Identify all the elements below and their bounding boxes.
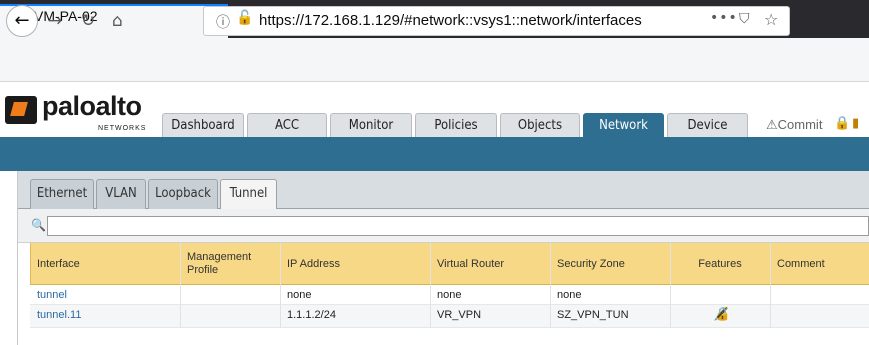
column-divider (30, 243, 31, 285)
nav-tab-policies[interactable]: Policies (415, 113, 497, 138)
security-zone-cell: SZ_VPN_TUN (557, 309, 629, 321)
nav-tab-dashboard[interactable]: Dashboard (162, 113, 244, 138)
column-divider (180, 243, 181, 329)
col-header-features[interactable]: Features (670, 243, 770, 285)
virtual-router-cell: none (437, 289, 462, 301)
comment-cell (770, 305, 869, 325)
config-lock-icon[interactable]: 🔒 (834, 116, 850, 131)
search-icon[interactable]: 🔍 (31, 218, 46, 232)
ip-address-cell: 1.1.1.2/24 (287, 309, 336, 321)
management-profile-cell (180, 305, 280, 325)
nav-underbar (0, 137, 869, 171)
save-icon[interactable]: ▮ (852, 116, 859, 131)
management-profile-cell (180, 285, 280, 305)
column-divider (280, 243, 281, 329)
insecure-lock-icon[interactable]: 🔓 (236, 10, 253, 26)
feature-lock-icon[interactable]: 🔏 (713, 307, 729, 322)
nav-tab-objects[interactable]: Objects (500, 113, 580, 138)
sub-tab-loopback[interactable]: Loopback (148, 179, 218, 209)
security-zone-cell: none (557, 289, 582, 301)
sub-tab-ethernet[interactable]: Ethernet (30, 179, 94, 209)
info-icon[interactable]: ⓘ (216, 12, 230, 32)
logo-subtext: NETWORKS (98, 125, 147, 132)
comment-cell (770, 285, 869, 305)
column-divider (670, 243, 671, 329)
commit-icon: ⚠ (766, 117, 778, 132)
sub-tab-vlan[interactable]: VLAN (96, 179, 146, 209)
column-divider (550, 243, 551, 329)
col-header-virtual-router[interactable]: Virtual Router (430, 243, 550, 285)
column-divider (770, 243, 771, 329)
browser-navbar (0, 38, 869, 82)
ip-address-cell: none (287, 289, 312, 301)
interface-link[interactable]: tunnel (30, 285, 180, 305)
nav-tab-acc[interactable]: ACC (247, 113, 327, 138)
nav-tab-device[interactable]: Device (667, 113, 748, 138)
commit-label: Commit (777, 117, 823, 132)
sub-tab-tunnel[interactable]: Tunnel (220, 179, 277, 210)
virtual-router-cell: VR_VPN (437, 309, 482, 321)
interface-link[interactable]: tunnel.11 (30, 305, 180, 325)
col-header-security-zone[interactable]: Security Zone (550, 243, 670, 285)
logo-text: paloalto (42, 91, 142, 121)
col-header-management-profile[interactable]: Management Profile (180, 243, 280, 285)
back-icon[interactable]: ← (6, 5, 38, 37)
col-header-interface[interactable]: Interface (30, 243, 180, 285)
page-actions-menu-icon[interactable]: ••• (710, 10, 738, 26)
home-icon[interactable]: ⌂ (112, 11, 123, 31)
column-divider (430, 243, 431, 329)
commit-link[interactable]: ⚠Commit (766, 117, 822, 133)
col-header-comment[interactable]: Comment (770, 243, 869, 285)
paloalto-logo-icon (5, 96, 37, 124)
filter-input[interactable] (47, 216, 869, 236)
col-header-ip-address[interactable]: IP Address (280, 243, 430, 285)
reload-icon[interactable]: ↻ (81, 11, 95, 31)
nav-tab-monitor[interactable]: Monitor (330, 113, 412, 138)
nav-tab-network[interactable]: Network (583, 113, 664, 138)
pocket-icon[interactable]: ⛉ (739, 11, 750, 27)
table-empty-area (30, 328, 869, 345)
bookmark-star-icon[interactable]: ☆ (764, 10, 778, 29)
url-bar[interactable]: ⓘ 🔓 https://172.168.1.129/#network::vsys… (203, 6, 790, 36)
forward-icon[interactable]: → (48, 11, 62, 31)
url-text[interactable]: https://172.168.1.129/#network::vsys1::n… (259, 12, 642, 29)
